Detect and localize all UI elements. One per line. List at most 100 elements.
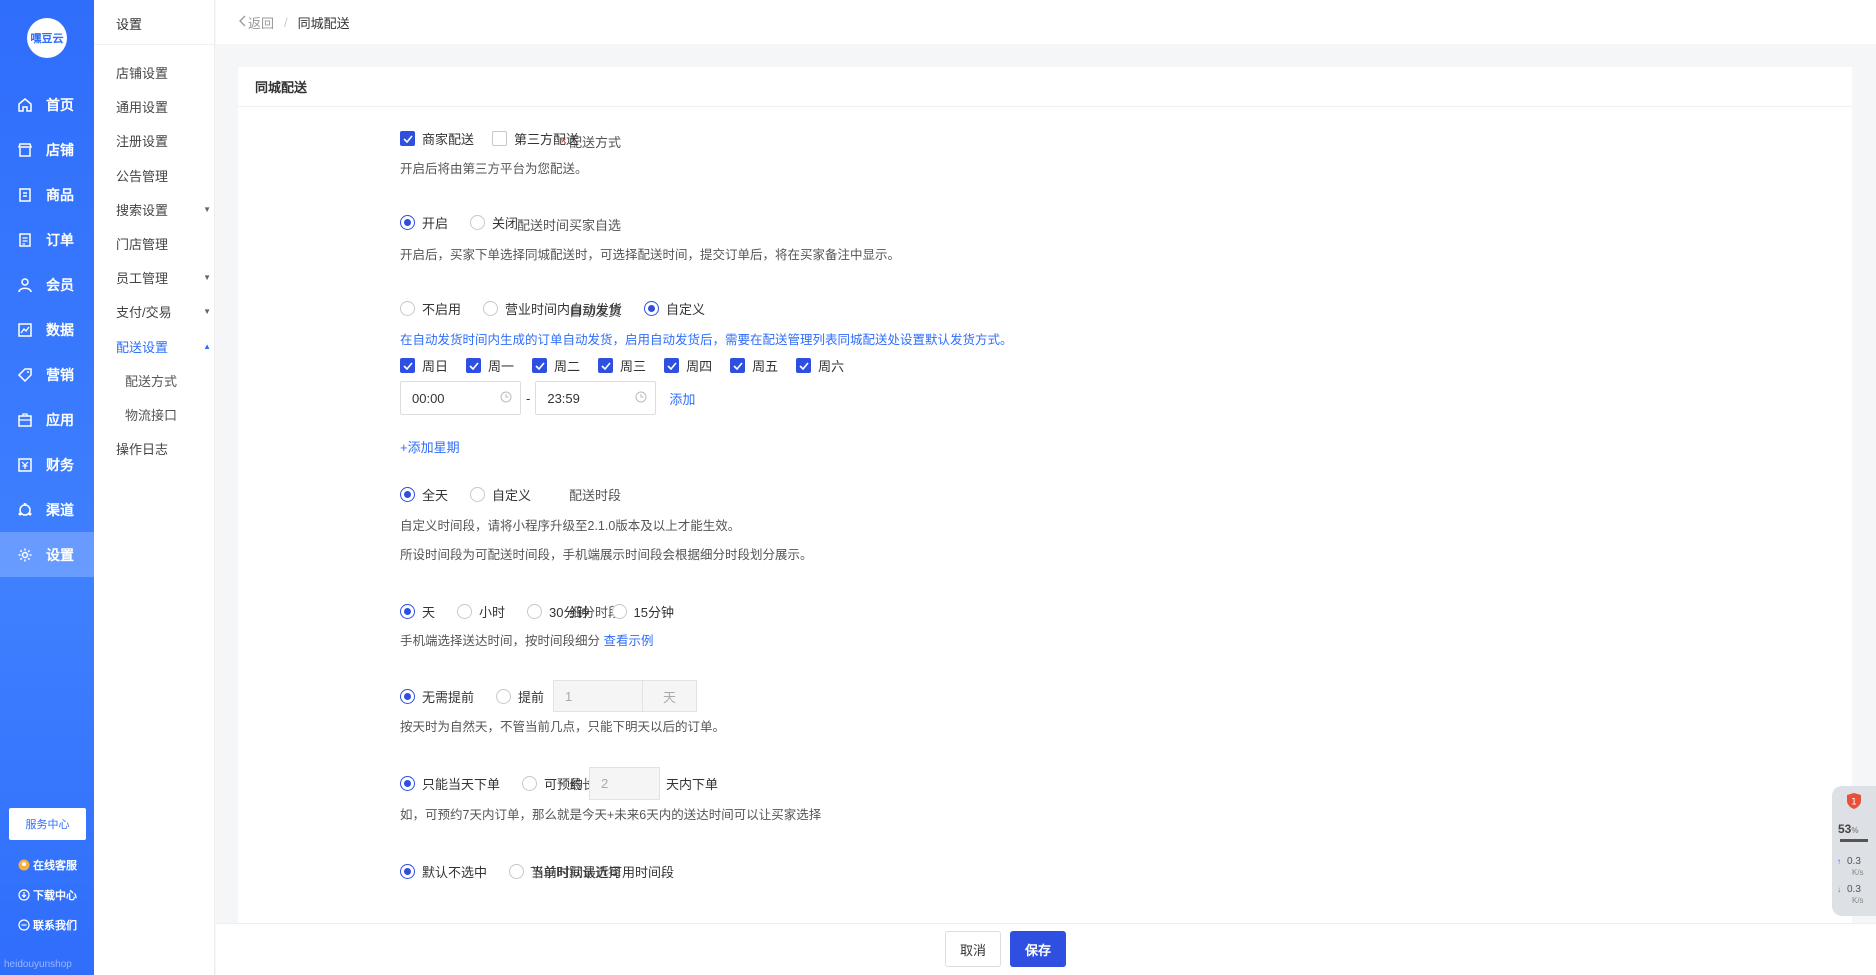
radio-buyer-time-off[interactable]: 关闭 [470, 213, 518, 232]
online-service-link[interactable]: 在线客服 [18, 857, 77, 873]
nav-item-settings[interactable]: 设置 [0, 532, 94, 577]
option-label: 自定义 [666, 302, 706, 317]
nav-item-app[interactable]: 应用 [0, 397, 94, 442]
sidebar-item-general[interactable]: 通用设置 [116, 97, 211, 116]
nav-item-data[interactable]: 数据 [0, 307, 94, 352]
sidebar-item-store[interactable]: 门店管理 [116, 234, 211, 253]
option-label: 可预约 [544, 777, 584, 792]
checkbox-wednesday[interactable]: 周三 [598, 356, 646, 375]
upload-unit: K/s [1852, 868, 1864, 877]
checkbox-tuesday[interactable]: 周二 [532, 356, 580, 375]
radio-default-nearest[interactable]: 当前时间最近可用时间段 [509, 862, 674, 881]
radio-auto-ship-business-hours[interactable]: 营业时间内自动发货 [483, 299, 622, 318]
sidebar-item-logistics[interactable]: 物流接口 [125, 405, 220, 424]
nav-item-order[interactable]: 订单 [0, 217, 94, 262]
caret-down-icon: ▼ [203, 273, 211, 282]
checkbox-third-party-delivery[interactable]: 第三方配送 [492, 129, 579, 148]
option-label: 关闭 [492, 216, 519, 231]
sidebar-item-staff[interactable]: 员工管理 ▼ [116, 268, 211, 287]
radio-max-reserve-days[interactable]: 可预约 [522, 774, 583, 793]
radio-max-reserve-today[interactable]: 只能当天下单 [400, 774, 500, 793]
nav-item-store[interactable]: 店铺 [0, 127, 94, 172]
radio-subdivide-30min[interactable]: 30分钟 [527, 602, 590, 621]
checkbox-sunday[interactable]: 周日 [400, 356, 448, 375]
clock-icon [500, 391, 512, 406]
radio-selected [644, 301, 660, 316]
download-center-label: 下载中心 [33, 890, 77, 902]
end-time-value: 23:59 [547, 390, 580, 406]
option-label: 提前 [518, 689, 545, 705]
nav-item-finance[interactable]: 财务 [0, 442, 94, 487]
option-label: 不启用 [422, 302, 462, 317]
nav-item-marketing[interactable]: 营销 [0, 352, 94, 397]
checkbox-monday[interactable]: 周一 [466, 356, 514, 375]
goods-icon [16, 186, 34, 204]
radio-selected [400, 487, 415, 502]
add-time-link[interactable]: 添加 [669, 389, 695, 408]
max-reserve-days-input[interactable]: 2 [589, 767, 661, 800]
help-text: 手机端选择送达时间，按时间段细分 [400, 634, 601, 648]
checkbox-saturday[interactable]: 周六 [796, 356, 844, 375]
advance-days-input[interactable]: 1 [553, 680, 644, 712]
radio-reserve-advance[interactable]: 提前 [496, 687, 544, 706]
radio-subdivide-hour[interactable]: 小时 [457, 602, 505, 621]
radio-auto-ship-custom[interactable]: 自定义 [644, 299, 705, 318]
radio-auto-ship-disabled[interactable]: 不启用 [400, 299, 461, 318]
option-label: 周日 [422, 359, 449, 374]
nav-item-member[interactable]: 会员 [0, 262, 94, 307]
nav-item-home[interactable]: 首页 [0, 82, 94, 127]
radio-period-all-day[interactable]: 全天 [400, 485, 448, 504]
sidebar-item-shop[interactable]: 店铺设置 [116, 63, 211, 82]
radio-subdivide-15min[interactable]: 15分钟 [611, 602, 674, 621]
sidebar-item-label: 配送设置 [116, 340, 169, 355]
service-center-button[interactable]: 服务中心 [9, 808, 86, 840]
sidebar-item-pay[interactable]: 支付/交易 ▼ [116, 302, 211, 321]
radio-reserve-none[interactable]: 无需提前 [400, 687, 474, 706]
download-arrow-icon: ↓ [1837, 885, 1841, 894]
gear-icon [16, 546, 34, 564]
option-label: 自定义 [492, 488, 532, 503]
checkbox-friday[interactable]: 周五 [730, 356, 778, 375]
sidebar-item-delivery[interactable]: 配送设置 ▲ [116, 337, 211, 356]
cancel-button[interactable]: 取消 [945, 931, 1001, 967]
radio-buyer-time-on[interactable]: 开启 [400, 213, 448, 232]
caret-up-icon: ▲ [203, 342, 211, 351]
add-week-link[interactable]: +添加星期 [400, 437, 460, 456]
contact-us-label: 联系我们 [33, 920, 77, 932]
sidebar-item-register[interactable]: 注册设置 [116, 131, 211, 150]
radio-unselected [611, 604, 627, 619]
download-center-link[interactable]: 下载中心 [18, 887, 77, 903]
checkbox-merchant-delivery[interactable]: 商家配送 [400, 129, 474, 148]
sidebar-item-delivery-method[interactable]: 配送方式 [125, 371, 220, 390]
nav-item-goods[interactable]: 商品 [0, 172, 94, 217]
sidebar-item-label: 支付/交易 [116, 305, 172, 320]
nav-item-channel[interactable]: 渠道 [0, 487, 94, 532]
max-reserve-options: 只能当天下单 可预约 2 天内下单 [400, 767, 718, 800]
caret-down-icon: ▼ [203, 307, 211, 316]
sidebar-item-notice[interactable]: 公告管理 [116, 166, 211, 185]
nav-item-label: 数据 [46, 321, 74, 338]
radio-subdivide-day[interactable]: 天 [400, 602, 435, 621]
end-time-input[interactable]: 23:59 [535, 381, 657, 415]
view-example-link[interactable]: 查看示例 [604, 634, 654, 648]
contact-us-link[interactable]: 联系我们 [18, 917, 77, 933]
option-label: 周二 [554, 359, 581, 374]
network-monitor-widget[interactable]: 1 53% ↑ 0.3 K/s ↓ 0.3 K/s [1832, 786, 1876, 916]
back-link[interactable]: 返回 [238, 13, 274, 32]
sidebar-item-label: 员工管理 [116, 271, 169, 286]
option-label: 周五 [752, 359, 779, 374]
radio-unselected [470, 487, 486, 502]
checkbox-thursday[interactable]: 周四 [664, 356, 712, 375]
start-time-input[interactable]: 00:00 [400, 381, 521, 415]
sidebar-item-search[interactable]: 搜索设置 ▼ [116, 200, 211, 219]
radio-default-none[interactable]: 默认不选中 [400, 862, 487, 881]
radio-period-custom[interactable]: 自定义 [470, 485, 531, 504]
checkbox-checked [598, 358, 614, 373]
nav-item-label: 订单 [46, 231, 74, 248]
checkbox-checked [796, 358, 812, 373]
radio-selected [400, 864, 415, 879]
sidebar-item-log[interactable]: 操作日志 [116, 439, 211, 458]
save-button[interactable]: 保存 [1010, 931, 1066, 967]
logo[interactable]: 嘿豆云 [27, 18, 67, 58]
cpu-percent: 53% [1838, 822, 1858, 836]
